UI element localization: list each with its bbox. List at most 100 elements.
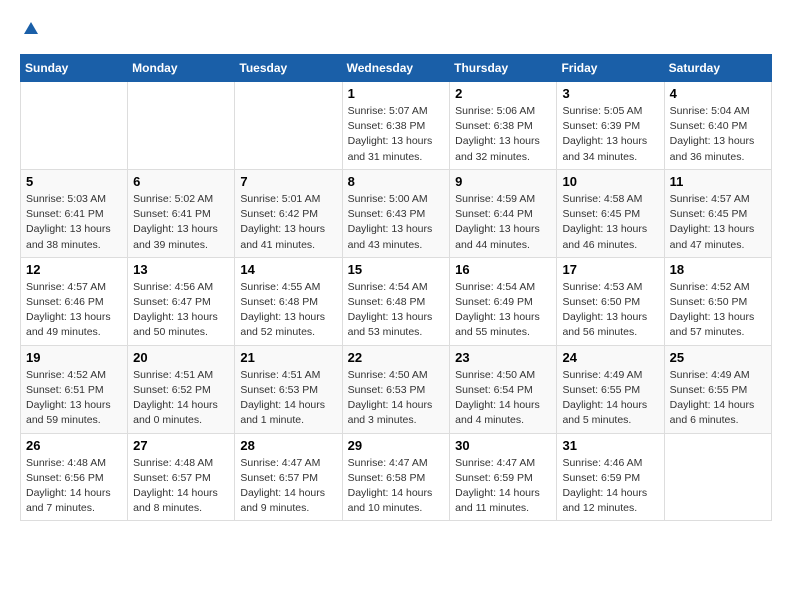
day-number: 15 <box>348 262 445 277</box>
day-info: Sunrise: 5:06 AM Sunset: 6:38 PM Dayligh… <box>455 104 551 165</box>
day-number: 7 <box>240 174 336 189</box>
day-info: Sunrise: 4:50 AM Sunset: 6:54 PM Dayligh… <box>455 368 551 429</box>
calendar-cell <box>21 82 128 170</box>
day-info: Sunrise: 4:52 AM Sunset: 6:51 PM Dayligh… <box>26 368 122 429</box>
calendar-cell: 10 Sunrise: 4:58 AM Sunset: 6:45 PM Dayli… <box>557 169 664 257</box>
day-number: 18 <box>670 262 766 277</box>
day-number: 10 <box>562 174 658 189</box>
calendar-cell: 27Sunrise: 4:48 AM Sunset: 6:57 PM Dayli… <box>128 433 235 521</box>
calendar-header-sunday: Sunday <box>21 55 128 82</box>
day-info: Sunrise: 4:53 AM Sunset: 6:50 PM Dayligh… <box>562 280 658 341</box>
calendar-cell: 25Sunrise: 4:49 AM Sunset: 6:55 PM Dayli… <box>664 345 771 433</box>
logo-icon <box>22 20 40 38</box>
day-info: Sunrise: 4:47 AM Sunset: 6:58 PM Dayligh… <box>348 456 445 517</box>
day-info: Sunrise: 5:07 AM Sunset: 6:38 PM Dayligh… <box>348 104 445 165</box>
day-number: 24 <box>562 350 658 365</box>
calendar-header-row: SundayMondayTuesdayWednesdayThursdayFrid… <box>21 55 772 82</box>
calendar-cell: 26 Sunrise: 4:48 AM Sunset: 6:56 PM Dayli… <box>21 433 128 521</box>
calendar-cell: 18Sunrise: 4:52 AM Sunset: 6:50 PM Dayli… <box>664 257 771 345</box>
calendar-header-monday: Monday <box>128 55 235 82</box>
calendar-table: SundayMondayTuesdayWednesdayThursdayFrid… <box>20 54 772 521</box>
day-number: 17 <box>562 262 658 277</box>
day-number: 16 <box>455 262 551 277</box>
day-info: Sunrise: 4:50 AM Sunset: 6:53 PM Dayligh… <box>348 368 445 429</box>
day-number: 25 <box>670 350 766 365</box>
day-number: 19 <box>26 350 122 365</box>
calendar-cell: 12Sunrise: 4:57 AM Sunset: 6:46 PM Dayli… <box>21 257 128 345</box>
day-info: Sunrise: 5:03 AM Sunset: 6:41 PM Dayligh… <box>26 192 122 253</box>
day-number: 23 <box>455 350 551 365</box>
day-number: 22 <box>348 350 445 365</box>
calendar-cell: 6Sunrise: 5:02 AM Sunset: 6:41 PM Daylig… <box>128 169 235 257</box>
calendar-cell: 8 Sunrise: 5:00 AM Sunset: 6:43 PM Daylig… <box>342 169 450 257</box>
day-info: Sunrise: 4:51 AM Sunset: 6:53 PM Dayligh… <box>240 368 336 429</box>
calendar-week-row: 5 Sunrise: 5:03 AM Sunset: 6:41 PM Daylig… <box>21 169 772 257</box>
calendar-cell: 22 Sunrise: 4:50 AM Sunset: 6:53 PM Dayli… <box>342 345 450 433</box>
calendar-week-row: 26 Sunrise: 4:48 AM Sunset: 6:56 PM Dayli… <box>21 433 772 521</box>
day-info: Sunrise: 5:05 AM Sunset: 6:39 PM Dayligh… <box>562 104 658 165</box>
day-info: Sunrise: 4:51 AM Sunset: 6:52 PM Dayligh… <box>133 368 229 429</box>
day-number: 27 <box>133 438 229 453</box>
day-number: 8 <box>348 174 445 189</box>
day-info: Sunrise: 4:59 AM Sunset: 6:44 PM Dayligh… <box>455 192 551 253</box>
calendar-cell: 1 Sunrise: 5:07 AM Sunset: 6:38 PM Daylig… <box>342 82 450 170</box>
day-info: Sunrise: 5:00 AM Sunset: 6:43 PM Dayligh… <box>348 192 445 253</box>
calendar-header-tuesday: Tuesday <box>235 55 342 82</box>
calendar-cell: 9Sunrise: 4:59 AM Sunset: 6:44 PM Daylig… <box>450 169 557 257</box>
calendar-header-wednesday: Wednesday <box>342 55 450 82</box>
day-number: 31 <box>562 438 658 453</box>
calendar-cell: 29 Sunrise: 4:47 AM Sunset: 6:58 PM Dayli… <box>342 433 450 521</box>
day-number: 29 <box>348 438 445 453</box>
calendar-cell: 31 Sunrise: 4:46 AM Sunset: 6:59 PM Dayli… <box>557 433 664 521</box>
calendar-header-thursday: Thursday <box>450 55 557 82</box>
day-number: 13 <box>133 262 229 277</box>
calendar-header-friday: Friday <box>557 55 664 82</box>
calendar-cell: 21 Sunrise: 4:51 AM Sunset: 6:53 PM Dayli… <box>235 345 342 433</box>
day-info: Sunrise: 4:54 AM Sunset: 6:48 PM Dayligh… <box>348 280 445 341</box>
calendar-cell: 14 Sunrise: 4:55 AM Sunset: 6:48 PM Dayli… <box>235 257 342 345</box>
day-info: Sunrise: 4:58 AM Sunset: 6:45 PM Dayligh… <box>562 192 658 253</box>
day-number: 11 <box>670 174 766 189</box>
logo <box>20 20 42 38</box>
calendar-cell: 24 Sunrise: 4:49 AM Sunset: 6:55 PM Dayli… <box>557 345 664 433</box>
day-number: 3 <box>562 86 658 101</box>
day-number: 21 <box>240 350 336 365</box>
day-info: Sunrise: 4:49 AM Sunset: 6:55 PM Dayligh… <box>562 368 658 429</box>
calendar-week-row: 12Sunrise: 4:57 AM Sunset: 6:46 PM Dayli… <box>21 257 772 345</box>
calendar-cell: 30Sunrise: 4:47 AM Sunset: 6:59 PM Dayli… <box>450 433 557 521</box>
calendar-cell: 2 Sunrise: 5:06 AM Sunset: 6:38 PM Daylig… <box>450 82 557 170</box>
calendar-header-saturday: Saturday <box>664 55 771 82</box>
day-number: 4 <box>670 86 766 101</box>
calendar-cell: 19 Sunrise: 4:52 AM Sunset: 6:51 PM Dayli… <box>21 345 128 433</box>
calendar-cell: 4 Sunrise: 5:04 AM Sunset: 6:40 PM Daylig… <box>664 82 771 170</box>
day-info: Sunrise: 5:01 AM Sunset: 6:42 PM Dayligh… <box>240 192 336 253</box>
page-header <box>20 20 772 38</box>
calendar-cell: 23 Sunrise: 4:50 AM Sunset: 6:54 PM Dayli… <box>450 345 557 433</box>
calendar-cell: 20 Sunrise: 4:51 AM Sunset: 6:52 PM Dayli… <box>128 345 235 433</box>
calendar-cell <box>664 433 771 521</box>
day-info: Sunrise: 4:55 AM Sunset: 6:48 PM Dayligh… <box>240 280 336 341</box>
day-info: Sunrise: 4:48 AM Sunset: 6:56 PM Dayligh… <box>26 456 122 517</box>
calendar-cell: 5 Sunrise: 5:03 AM Sunset: 6:41 PM Daylig… <box>21 169 128 257</box>
day-info: Sunrise: 4:54 AM Sunset: 6:49 PM Dayligh… <box>455 280 551 341</box>
calendar-cell <box>128 82 235 170</box>
day-number: 26 <box>26 438 122 453</box>
calendar-cell: 13 Sunrise: 4:56 AM Sunset: 6:47 PM Dayli… <box>128 257 235 345</box>
day-info: Sunrise: 5:04 AM Sunset: 6:40 PM Dayligh… <box>670 104 766 165</box>
day-number: 2 <box>455 86 551 101</box>
day-number: 14 <box>240 262 336 277</box>
day-number: 12 <box>26 262 122 277</box>
day-info: Sunrise: 4:56 AM Sunset: 6:47 PM Dayligh… <box>133 280 229 341</box>
day-info: Sunrise: 4:47 AM Sunset: 6:57 PM Dayligh… <box>240 456 336 517</box>
day-info: Sunrise: 4:46 AM Sunset: 6:59 PM Dayligh… <box>562 456 658 517</box>
calendar-cell: 17 Sunrise: 4:53 AM Sunset: 6:50 PM Dayli… <box>557 257 664 345</box>
calendar-cell <box>235 82 342 170</box>
calendar-cell: 7 Sunrise: 5:01 AM Sunset: 6:42 PM Daylig… <box>235 169 342 257</box>
day-number: 20 <box>133 350 229 365</box>
day-number: 1 <box>348 86 445 101</box>
day-number: 30 <box>455 438 551 453</box>
day-number: 5 <box>26 174 122 189</box>
calendar-cell: 28Sunrise: 4:47 AM Sunset: 6:57 PM Dayli… <box>235 433 342 521</box>
calendar-cell: 15 Sunrise: 4:54 AM Sunset: 6:48 PM Dayli… <box>342 257 450 345</box>
calendar-cell: 11Sunrise: 4:57 AM Sunset: 6:45 PM Dayli… <box>664 169 771 257</box>
